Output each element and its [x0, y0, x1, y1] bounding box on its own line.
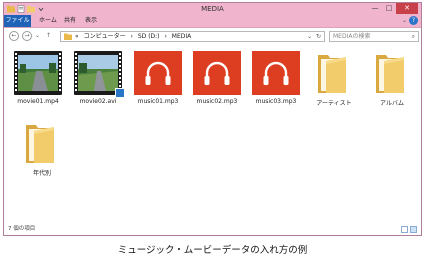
- breadcrumb-separator: ›: [130, 33, 133, 40]
- details-view-icon[interactable]: [401, 226, 408, 233]
- search-icon[interactable]: ⌕: [412, 32, 415, 41]
- file-item[interactable]: music02.mp3: [189, 47, 245, 107]
- music-file-tile: [252, 51, 300, 95]
- breadcrumb-computer[interactable]: コンピューター: [84, 33, 126, 40]
- folder-name: アルバム: [380, 100, 404, 107]
- maximize-button[interactable]: □: [382, 3, 396, 14]
- headphones-icon: [263, 61, 289, 85]
- media-player-badge-icon: [115, 88, 125, 98]
- forward-button[interactable]: →: [22, 31, 32, 41]
- up-button[interactable]: ↑: [46, 32, 51, 39]
- file-list: movie01.mp4 movie02.avi music01.mp3 musi…: [4, 45, 421, 226]
- file-name: music02.mp3: [196, 98, 238, 105]
- folder-icon: [26, 125, 54, 163]
- tab-share[interactable]: 共有: [60, 15, 80, 27]
- file-name: movie02.avi: [79, 98, 117, 105]
- item-count: 7 個の項目: [8, 226, 36, 232]
- recent-locations-icon[interactable]: ⌄: [35, 32, 40, 39]
- file-item[interactable]: movie02.avi: [70, 47, 126, 107]
- window-title: MEDIA: [201, 5, 224, 13]
- folder-item[interactable]: アーティスト: [306, 47, 362, 107]
- address-bar[interactable]: « コンピューター › SD (D:) › MEDIA ⌄ ↻: [60, 31, 325, 42]
- help-icon[interactable]: ?: [409, 16, 418, 25]
- figure-caption: ミュージック・ムービーデータの入れ方の例: [117, 245, 308, 256]
- tab-file[interactable]: ファイル: [4, 15, 31, 27]
- file-name: movie01.mp4: [17, 98, 59, 105]
- file-name: music01.mp3: [137, 98, 179, 105]
- folder-icon: [318, 55, 346, 93]
- close-button[interactable]: ✕: [396, 3, 418, 14]
- breadcrumb-media[interactable]: MEDIA: [172, 33, 191, 40]
- music-file-tile: [193, 51, 241, 95]
- file-item[interactable]: music01.mp3: [130, 47, 186, 107]
- address-dropdown-icon[interactable]: ⌄: [307, 32, 312, 41]
- breadcrumb: « コンピューター › SD (D:) › MEDIA: [75, 32, 194, 41]
- video-frame-image: [78, 55, 118, 91]
- tab-home[interactable]: ホーム: [35, 15, 61, 27]
- expand-ribbon-icon[interactable]: ⌄: [402, 17, 407, 24]
- window-controls: — □ ✕: [368, 3, 418, 14]
- file-name: music03.mp3: [255, 98, 297, 105]
- folder-icon: [64, 33, 72, 40]
- music-file-tile: [134, 51, 182, 95]
- folder-name: 年代別: [32, 170, 51, 177]
- video-frame-image: [18, 55, 58, 91]
- headphones-icon: [145, 61, 171, 85]
- back-button[interactable]: ←: [9, 31, 19, 41]
- breadcrumb-separator: ›: [164, 33, 167, 40]
- file-item[interactable]: movie01.mp4: [10, 47, 66, 107]
- folder-item[interactable]: アルバム: [364, 47, 420, 107]
- navigation-bar: ← → ⌄ ↑ « コンピューター › SD (D:) › MEDIA ⌄ ↻ …: [4, 28, 421, 44]
- explorer-window: MEDIA — □ ✕ ファイル ホーム 共有 表示 ⌄ ? ← → ⌄ ↑ «…: [3, 2, 422, 236]
- video-thumbnail: [74, 51, 125, 98]
- status-bar: 7 個の項目: [4, 224, 421, 235]
- search-placeholder: MEDIAの検索: [333, 33, 371, 40]
- minimize-button[interactable]: —: [368, 3, 382, 14]
- headphones-icon: [204, 61, 230, 85]
- folder-name: アーティスト: [316, 100, 352, 107]
- title-bar: MEDIA — □ ✕: [4, 3, 421, 15]
- refresh-icon[interactable]: ↻: [316, 32, 321, 41]
- breadcrumb-overflow[interactable]: «: [75, 33, 79, 40]
- search-box[interactable]: MEDIAの検索 ⌕: [329, 31, 419, 42]
- ribbon-tabs: ファイル ホーム 共有 表示 ⌄ ?: [4, 15, 421, 28]
- folder-icon: [376, 55, 404, 93]
- file-item[interactable]: music03.mp3: [248, 47, 304, 107]
- tab-view[interactable]: 表示: [81, 15, 101, 27]
- video-thumbnail: [14, 51, 62, 95]
- breadcrumb-sd-drive[interactable]: SD (D:): [138, 33, 160, 40]
- view-switcher: [401, 226, 417, 233]
- large-icons-view-icon[interactable]: [410, 226, 417, 233]
- folder-item[interactable]: 年代別: [14, 117, 70, 177]
